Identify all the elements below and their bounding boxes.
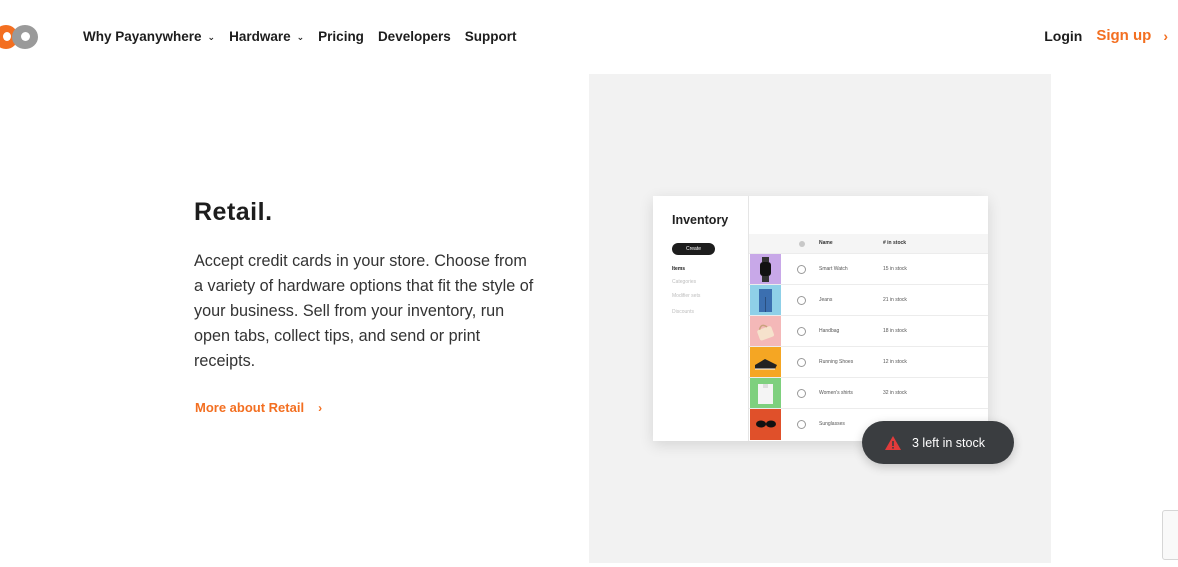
logo-dot — [3, 32, 11, 41]
item-name: Smart Watch — [819, 266, 848, 272]
payanywhere-logo[interactable] — [0, 22, 46, 52]
nav-label: Support — [464, 29, 517, 44]
item-stock: 12 in stock — [883, 359, 907, 365]
nav-label: Pricing — [318, 29, 364, 44]
section-title: Retail. — [194, 198, 273, 226]
watch-icon — [750, 254, 781, 285]
chevron-down-icon: ⌄ — [207, 31, 216, 42]
more-about-retail-link[interactable]: More about Retail › — [195, 400, 322, 415]
toast-text: 3 left in stock — [912, 435, 985, 450]
recaptcha-badge[interactable] — [1162, 510, 1178, 560]
item-name: Running Shoes — [819, 359, 854, 365]
create-button: Create — [672, 243, 715, 255]
low-stock-toast: 3 left in stock — [862, 421, 1014, 464]
logo-dot — [21, 32, 30, 41]
row-radio — [797, 358, 806, 367]
column-name: Name — [819, 240, 833, 246]
inventory-title: Inventory — [672, 213, 729, 227]
nav-why-payanywhere[interactable]: Why Payanywhere ⌄ — [83, 29, 215, 44]
chevron-down-icon: ⌄ — [296, 31, 305, 42]
shirt-icon — [750, 378, 781, 409]
jeans-icon — [750, 285, 781, 316]
row-radio — [797, 296, 806, 305]
item-stock: 18 in stock — [883, 328, 907, 334]
sidebar-item-modifier-sets: Modifier sets — [672, 293, 701, 299]
select-all-radio — [799, 241, 805, 247]
inventory-card: Inventory Create Items Categories Modifi… — [653, 196, 988, 441]
row-radio — [797, 265, 806, 274]
warning-icon — [885, 435, 901, 450]
nav-developers[interactable]: Developers — [378, 29, 451, 44]
shoe-icon — [750, 347, 781, 378]
table-row: Women's shirts 32 in stock — [749, 377, 988, 409]
more-link-label: More about Retail — [195, 400, 305, 415]
sidebar-item-discounts: Discounts — [672, 309, 694, 315]
sunglasses-icon — [750, 409, 781, 440]
sidebar-item-items: Items — [672, 266, 686, 272]
table-row: Running Shoes 12 in stock — [749, 346, 988, 378]
item-stock: 15 in stock — [883, 266, 907, 272]
login-link[interactable]: Login — [1044, 28, 1082, 44]
header-actions: Login Sign up › — [1044, 27, 1168, 44]
inventory-table-header: Name # in stock — [749, 234, 988, 253]
nav-label: Why Payanywhere — [83, 29, 202, 44]
nav-label: Hardware — [229, 29, 291, 44]
item-name: Jeans — [819, 297, 833, 303]
nav-support[interactable]: Support — [465, 29, 517, 44]
column-stock: # in stock — [883, 240, 907, 246]
item-stock: 21 in stock — [883, 297, 907, 303]
nav-hardware[interactable]: Hardware ⌄ — [229, 29, 304, 44]
row-radio — [797, 327, 806, 336]
row-radio — [797, 389, 806, 398]
main-nav: Why Payanywhere ⌄ Hardware ⌄ Pricing Dev… — [83, 29, 530, 44]
table-row: Handbag 18 in stock — [749, 315, 988, 347]
nav-label: Developers — [377, 29, 451, 44]
handbag-icon — [750, 316, 781, 347]
chevron-right-icon[interactable]: › — [1163, 28, 1168, 44]
item-name: Sunglasses — [819, 421, 845, 427]
item-name: Handbag — [819, 328, 840, 334]
chevron-right-icon: › — [318, 400, 323, 415]
item-stock: 32 in stock — [883, 390, 907, 396]
table-row: Jeans 21 in stock — [749, 284, 988, 316]
nav-pricing[interactable]: Pricing — [318, 29, 364, 44]
item-name: Women's shirts — [819, 390, 853, 396]
inventory-sidebar: Inventory Create Items Categories Modifi… — [653, 196, 749, 441]
sidebar-item-categories: Categories — [672, 279, 697, 285]
row-radio — [797, 420, 806, 429]
table-row: Smart Watch 15 in stock — [749, 253, 988, 285]
section-description: Accept credit cards in your store. Choos… — [194, 252, 534, 370]
signup-link[interactable]: Sign up — [1096, 27, 1151, 44]
